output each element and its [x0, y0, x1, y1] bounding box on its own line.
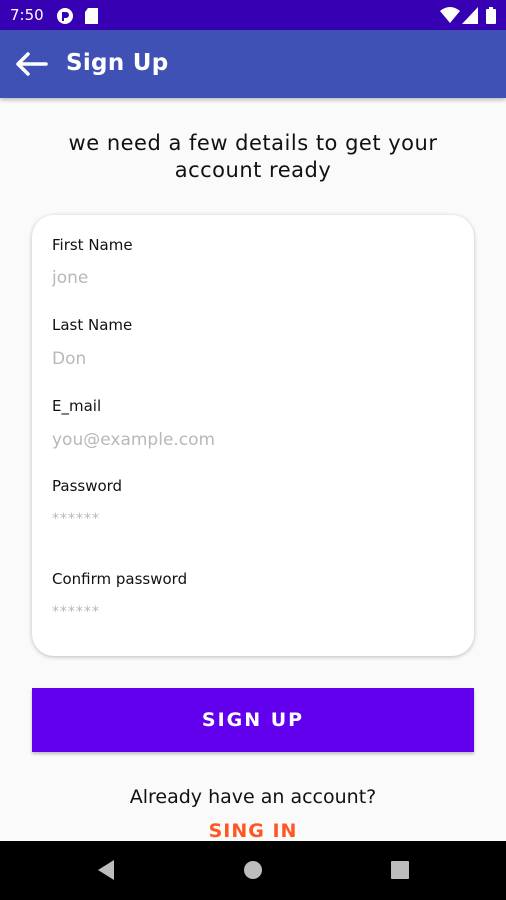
page-title: Sign Up	[66, 50, 169, 76]
password-input[interactable]	[50, 503, 454, 533]
status-time: 7:50	[10, 6, 44, 24]
signup-button[interactable]: SIGN UP	[32, 688, 474, 752]
confirm-password-input[interactable]	[50, 596, 454, 626]
last-name-input[interactable]	[50, 344, 454, 374]
first-name-label: First Name	[52, 236, 133, 254]
battery-icon	[486, 7, 496, 24]
password-label: Password	[52, 477, 123, 495]
back-triangle-icon[interactable]	[96, 859, 116, 881]
navigation-bar	[0, 841, 506, 900]
wifi-icon	[440, 7, 460, 23]
intro-text: we need a few details to get your accoun…	[68, 131, 438, 182]
status-bar: 7:50	[0, 0, 506, 30]
signup-form-card: First Name Last Name E_mail Password Con…	[32, 215, 474, 656]
confirm-password-label: Confirm password	[52, 570, 188, 588]
sd-card-icon	[85, 8, 98, 24]
first-name-input[interactable]	[50, 263, 454, 293]
last-name-label: Last Name	[52, 316, 133, 334]
signin-link[interactable]: SING IN	[0, 820, 506, 842]
signal-icon	[462, 7, 478, 24]
home-circle-icon[interactable]	[243, 859, 263, 881]
back-button[interactable]	[14, 48, 50, 80]
email-label: E_mail	[52, 397, 102, 415]
already-have-account-text: Already have an account?	[129, 786, 377, 808]
arrow-left-icon	[16, 52, 48, 76]
recents-square-icon[interactable]	[390, 859, 410, 881]
email-input[interactable]	[50, 425, 454, 455]
pocket-casts-icon	[57, 8, 73, 24]
app-bar: Sign Up	[0, 30, 506, 98]
